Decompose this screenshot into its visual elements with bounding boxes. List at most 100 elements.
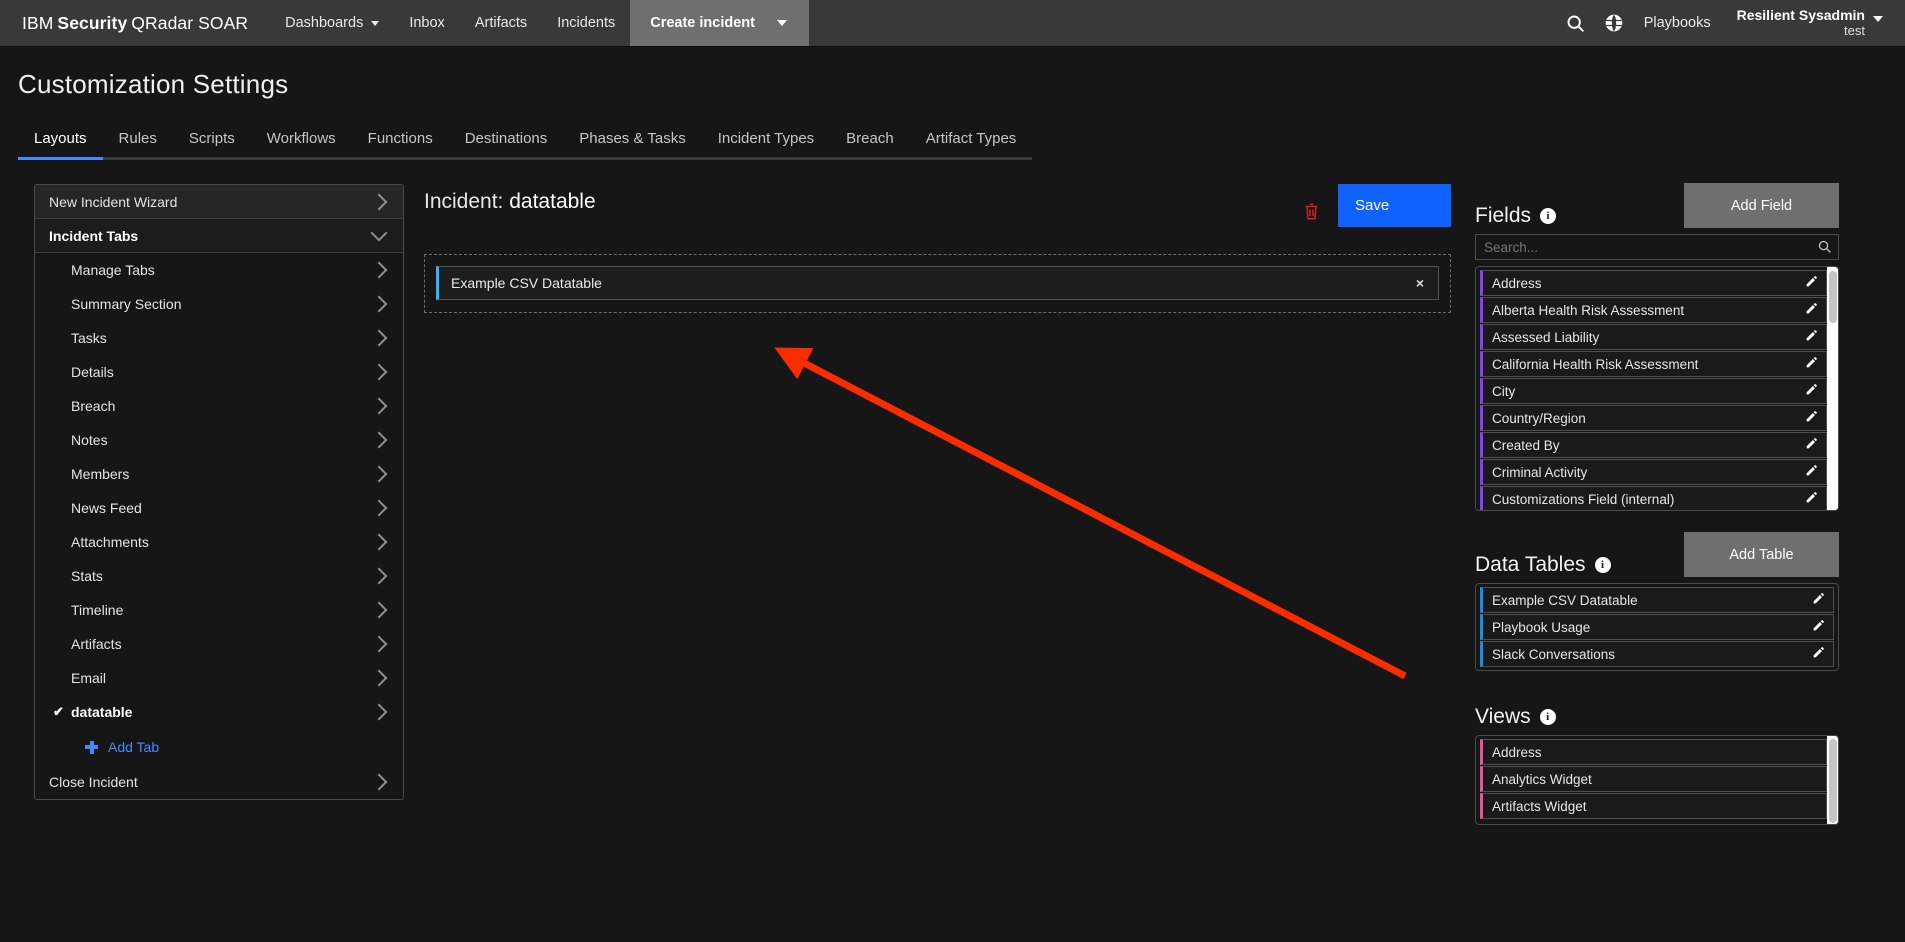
sidebar-item-timeline[interactable]: Timeline xyxy=(35,593,403,627)
chevron-right-icon xyxy=(370,363,388,381)
create-incident-label: Create incident xyxy=(650,15,755,31)
tab-workflows[interactable]: Workflows xyxy=(250,130,352,160)
data-table-label: Playbook Usage xyxy=(1492,619,1591,635)
tab-artifact-types[interactable]: Artifact Types xyxy=(909,130,1033,160)
tab-incident-types[interactable]: Incident Types xyxy=(701,130,831,160)
field-list-item[interactable]: Assessed Liability xyxy=(1480,324,1827,350)
tab-destinations[interactable]: Destinations xyxy=(448,130,564,160)
chevron-right-icon xyxy=(370,669,388,687)
sidebar-item-label: Breach xyxy=(71,398,116,414)
field-list-item[interactable]: Country/Region xyxy=(1480,405,1827,431)
chevron-right-icon xyxy=(370,329,388,347)
data-table-list-item[interactable]: Slack Conversations xyxy=(1480,641,1834,667)
sidebar-item-attachments[interactable]: Attachments xyxy=(35,525,403,559)
nav-item-playbooks[interactable]: Playbooks xyxy=(1642,15,1713,31)
field-list-item[interactable]: Created By xyxy=(1480,432,1827,458)
sidebar-item-email[interactable]: Email xyxy=(35,661,403,695)
close-icon[interactable]: × xyxy=(1416,275,1424,291)
layout-drop-area[interactable]: Example CSV Datatable × xyxy=(424,254,1451,313)
data-tables-section-header: Data Tables i Add Table xyxy=(1475,532,1839,577)
views-list: Address Analytics Widget Artifacts Widge… xyxy=(1475,735,1839,825)
info-icon[interactable]: i xyxy=(1540,208,1557,224)
tab-functions[interactable]: Functions xyxy=(351,130,449,160)
data-table-label: Slack Conversations xyxy=(1492,646,1616,662)
nav-right-group: Playbooks Resilient Sysadmin test xyxy=(1565,0,1905,46)
pencil-icon[interactable] xyxy=(1805,464,1818,480)
field-label: Customizations Field (internal) xyxy=(1492,491,1675,507)
save-button[interactable]: Save xyxy=(1338,184,1451,227)
tab-phases-and-tasks[interactable]: Phases & Tasks xyxy=(563,130,703,160)
brand-logo[interactable]: IBM Security QRadar SOAR xyxy=(0,0,270,46)
sidebar-item-artifacts[interactable]: Artifacts xyxy=(35,627,403,661)
tab-breach[interactable]: Breach xyxy=(830,130,910,160)
brand-prefix: IBM xyxy=(22,12,54,33)
layout-field-chip[interactable]: Example CSV Datatable × xyxy=(436,266,1439,300)
sidebar-item-notes[interactable]: Notes xyxy=(35,423,403,457)
nav-item-inbox[interactable]: Inbox xyxy=(394,0,459,46)
data-table-list-item[interactable]: Example CSV Datatable xyxy=(1480,587,1834,613)
sidebar-item-tasks[interactable]: Tasks xyxy=(35,321,403,355)
create-incident-dropdown-toggle[interactable] xyxy=(762,0,809,46)
chevron-right-icon xyxy=(370,397,388,415)
page-title: Customization Settings xyxy=(18,69,289,99)
chevron-right-icon xyxy=(370,773,388,791)
fields-scrollbar-thumb[interactable] xyxy=(1828,271,1837,323)
data-table-list-item[interactable]: Playbook Usage xyxy=(1480,614,1834,640)
pencil-icon[interactable] xyxy=(1812,646,1825,662)
sidebar-item-members[interactable]: Members xyxy=(35,457,403,491)
add-field-button[interactable]: Add Field xyxy=(1684,183,1839,228)
tab-layouts[interactable]: Layouts xyxy=(18,130,103,160)
sidebar-item-label: Email xyxy=(71,670,107,686)
fields-scrollbar[interactable] xyxy=(1827,267,1838,510)
user-menu[interactable]: Resilient Sysadmin test xyxy=(1731,7,1883,38)
field-list-item[interactable]: Customizations Field (internal) xyxy=(1480,486,1827,510)
search-icon[interactable] xyxy=(1565,13,1586,34)
view-list-item[interactable]: Analytics Widget xyxy=(1480,766,1827,792)
sidebar-item-datatable[interactable]: ✔ datatable xyxy=(35,695,403,729)
add-tab-button[interactable]: Add Tab xyxy=(35,729,403,765)
pencil-icon[interactable] xyxy=(1805,275,1818,291)
view-list-item[interactable]: Address xyxy=(1480,739,1827,765)
sidebar-item-stats[interactable]: Stats xyxy=(35,559,403,593)
pencil-icon[interactable] xyxy=(1805,437,1818,453)
add-table-button[interactable]: Add Table xyxy=(1684,532,1839,577)
sidebar-item-summary-section[interactable]: Summary Section xyxy=(35,287,403,321)
pencil-icon[interactable] xyxy=(1805,383,1818,399)
field-list-item[interactable]: City xyxy=(1480,378,1827,404)
tab-scripts[interactable]: Scripts xyxy=(172,130,251,160)
pencil-icon[interactable] xyxy=(1805,356,1818,372)
nav-item-dashboards[interactable]: Dashboards xyxy=(270,0,394,46)
field-list-item[interactable]: Criminal Activity xyxy=(1480,459,1827,485)
search-input[interactable] xyxy=(1476,239,1838,255)
trash-icon[interactable] xyxy=(1303,202,1320,226)
incident-heading-prefix: Incident: xyxy=(424,190,504,213)
views-scrollbar-thumb[interactable] xyxy=(1828,739,1837,823)
pencil-icon[interactable] xyxy=(1805,329,1818,345)
sidebar-item-close-incident[interactable]: Close Incident xyxy=(35,765,403,799)
field-list-item[interactable]: Address xyxy=(1480,270,1827,296)
sidebar-item-manage-tabs[interactable]: Manage Tabs xyxy=(35,253,403,287)
field-list-item[interactable]: Alberta Health Risk Assessment xyxy=(1480,297,1827,323)
info-icon[interactable]: i xyxy=(1539,709,1556,725)
view-list-item[interactable]: Artifacts Widget xyxy=(1480,793,1827,819)
sidebar-item-details[interactable]: Details xyxy=(35,355,403,389)
pencil-icon[interactable] xyxy=(1805,410,1818,426)
pencil-icon[interactable] xyxy=(1805,491,1818,507)
sidebar-item-breach[interactable]: Breach xyxy=(35,389,403,423)
nav-item-artifacts[interactable]: Artifacts xyxy=(460,0,542,46)
pencil-icon[interactable] xyxy=(1812,619,1825,635)
nav-item-incidents[interactable]: Incidents xyxy=(542,0,630,46)
tab-rules[interactable]: Rules xyxy=(102,130,174,160)
sidebar-item-new-incident-wizard[interactable]: New Incident Wizard xyxy=(35,185,403,219)
views-scrollbar[interactable] xyxy=(1827,736,1838,824)
sidebar-item-news-feed[interactable]: News Feed xyxy=(35,491,403,525)
fields-search[interactable] xyxy=(1475,234,1839,260)
search-icon[interactable] xyxy=(1817,239,1832,259)
sidebar-group-incident-tabs[interactable]: Incident Tabs xyxy=(35,219,403,253)
field-list-item[interactable]: California Health Risk Assessment xyxy=(1480,351,1827,377)
pencil-icon[interactable] xyxy=(1805,302,1818,318)
create-incident-button[interactable]: Create incident xyxy=(630,0,763,46)
pencil-icon[interactable] xyxy=(1812,592,1825,608)
info-icon[interactable]: i xyxy=(1594,557,1611,573)
globe-icon[interactable] xyxy=(1604,13,1624,33)
